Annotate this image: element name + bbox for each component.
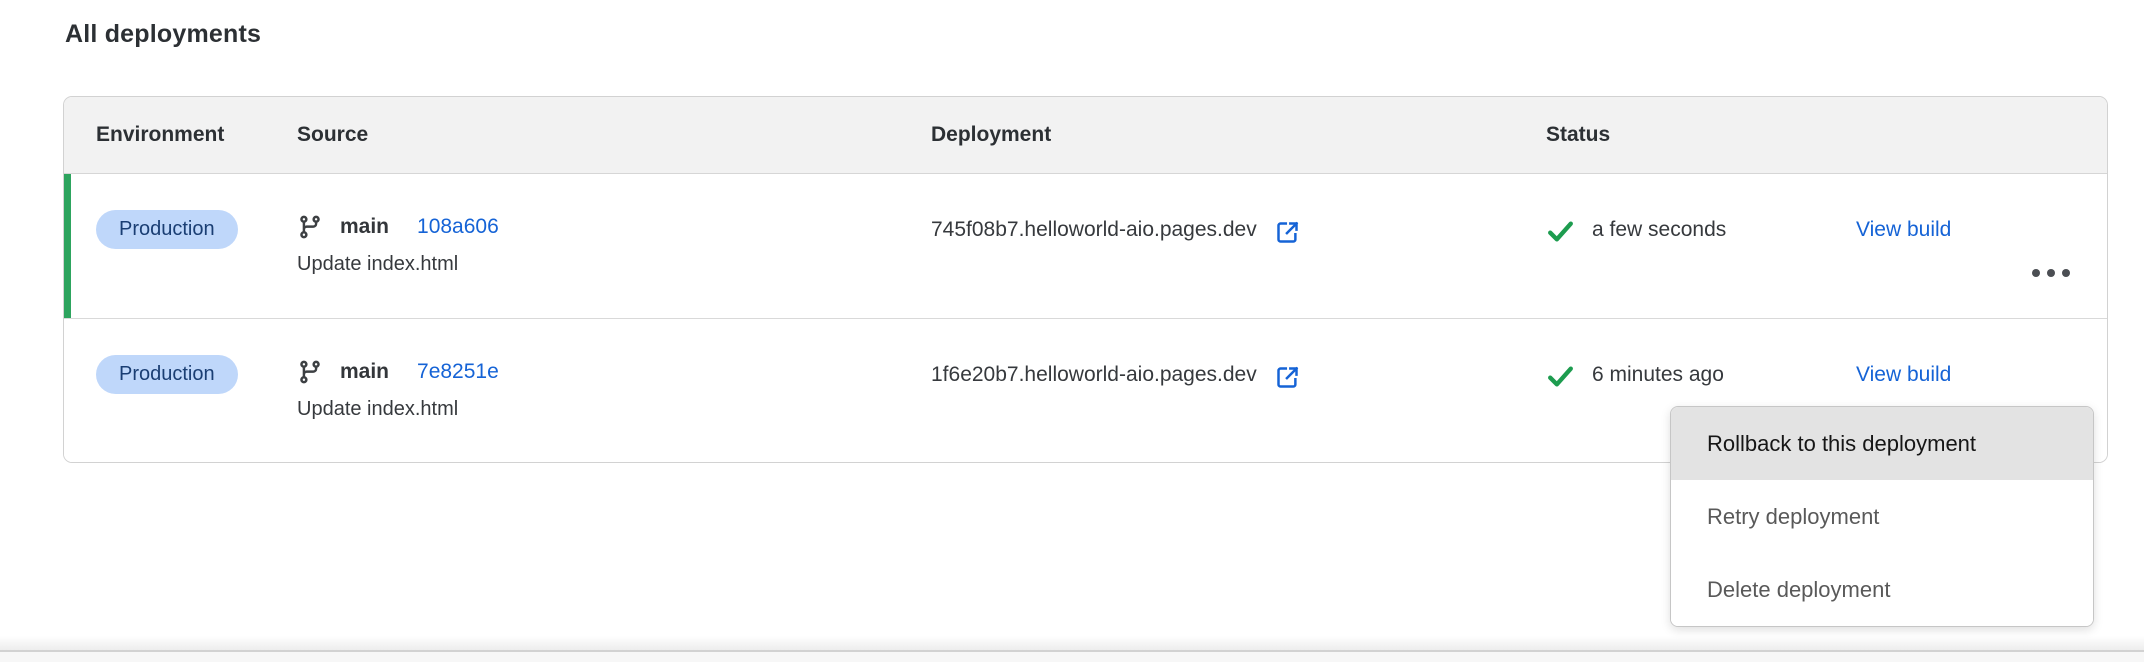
git-branch-icon (297, 359, 323, 385)
ellipsis-icon (2032, 269, 2040, 277)
environment-cell: Production (64, 319, 297, 462)
commit-link[interactable]: 7e8251e (417, 360, 499, 384)
below-divider-area (0, 652, 2144, 662)
deployment-url: 1f6e20b7.helloworld-aio.pages.dev (931, 363, 1257, 387)
page-title: All deployments (65, 20, 261, 49)
source-cell: main 7e8251e Update index.html (297, 319, 931, 462)
status-time: 6 minutes ago (1592, 363, 1724, 387)
commit-message: Update index.html (297, 398, 931, 421)
environment-badge: Production (96, 210, 238, 249)
success-check-icon (1546, 217, 1575, 246)
menu-item-retry[interactable]: Retry deployment (1671, 480, 2093, 553)
branch-name: main (340, 215, 389, 239)
status-cell: a few seconds (1546, 174, 1856, 318)
external-link-icon[interactable] (1274, 364, 1301, 391)
external-link-icon[interactable] (1274, 219, 1301, 246)
status-time: a few seconds (1592, 218, 1726, 242)
commit-link[interactable]: 108a606 (417, 215, 499, 239)
column-header-environment: Environment (64, 123, 297, 147)
section-bottom-fade (0, 636, 2144, 650)
context-menu: Rollback to this deployment Retry deploy… (1670, 406, 2094, 627)
column-header-deployment: Deployment (931, 123, 1546, 147)
table-header-row: Environment Source Deployment Status (64, 97, 2107, 174)
ellipsis-icon (2047, 269, 2055, 277)
success-check-icon (1546, 362, 1575, 391)
environment-badge: Production (96, 355, 238, 394)
deployment-url: 745f08b7.helloworld-aio.pages.dev (931, 218, 1257, 242)
source-cell: main 108a606 Update index.html (297, 174, 931, 318)
commit-message: Update index.html (297, 253, 931, 276)
view-build-link[interactable]: View build (1856, 363, 1951, 386)
ellipsis-icon (2062, 269, 2070, 277)
view-build-link[interactable]: View build (1856, 218, 1951, 241)
actions-cell (1994, 174, 2107, 318)
environment-cell: Production (64, 174, 297, 318)
branch-name: main (340, 360, 389, 384)
column-header-source: Source (297, 123, 931, 147)
menu-item-delete[interactable]: Delete deployment (1671, 553, 2093, 626)
column-header-status: Status (1546, 123, 1856, 147)
menu-item-rollback[interactable]: Rollback to this deployment (1671, 407, 2093, 480)
table-row: Production main 108a606 Update index.htm… (64, 174, 2107, 318)
git-branch-icon (297, 214, 323, 240)
view-build-cell: View build (1856, 174, 1994, 318)
deployment-cell: 1f6e20b7.helloworld-aio.pages.dev (931, 319, 1546, 462)
row-actions-button[interactable] (2028, 227, 2074, 318)
deployment-cell: 745f08b7.helloworld-aio.pages.dev (931, 174, 1546, 318)
